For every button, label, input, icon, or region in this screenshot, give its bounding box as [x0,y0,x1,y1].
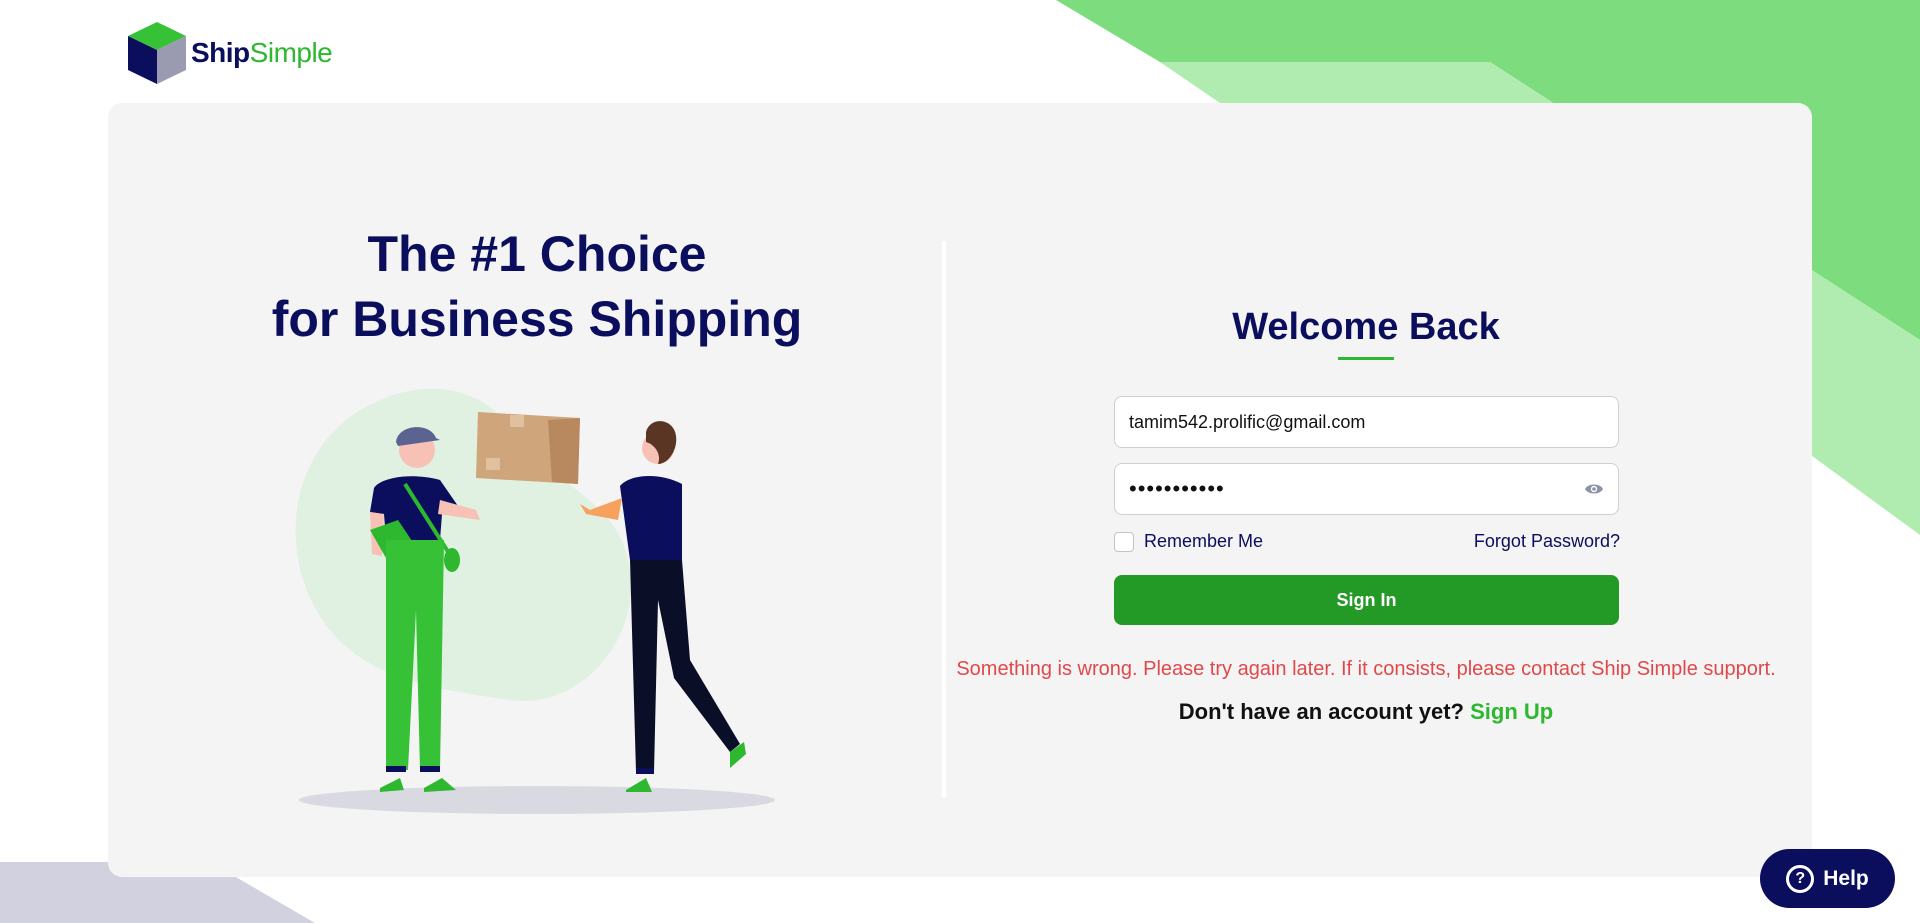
remember-me[interactable]: Remember Me [1114,531,1263,552]
question-circle-icon: ? [1786,864,1815,893]
eye-icon[interactable] [1584,482,1604,496]
signup-prompt-line: Don't have an account yet? Sign Up [1114,699,1618,725]
password-field[interactable] [1114,463,1619,515]
password-input[interactable] [1129,476,1584,502]
brand-logo[interactable]: ShipSimple [126,20,333,86]
help-label: Help [1823,866,1869,890]
sign-up-link[interactable]: Sign Up [1470,699,1553,724]
signup-prompt: Don't have an account yet? [1178,699,1464,724]
hero-headline-line-2: for Business Shipping [271,291,803,347]
cube-logo-icon [128,22,186,84]
email-field[interactable] [1114,396,1619,448]
forgot-password-link[interactable]: Forgot Password? [1460,531,1620,552]
sign-in-button[interactable]: Sign In [1114,575,1619,625]
help-button[interactable]: ? Help [1760,849,1895,908]
card-divider [942,241,946,797]
remember-me-label[interactable]: Remember Me [1144,531,1263,552]
remember-me-checkbox[interactable] [1114,531,1134,552]
hero-headline: The #1 Choice for Business Shipping [180,222,894,352]
delivery-people-illustration [295,388,775,814]
brand-name: ShipSimple [191,37,333,68]
hero-headline-line-1: The #1 Choice [367,226,707,282]
welcome-underline [1338,357,1394,360]
error-message: Something is wrong. Please try again lat… [956,658,1776,680]
welcome-title: Welcome Back [1232,306,1500,348]
email-input[interactable] [1129,411,1604,433]
